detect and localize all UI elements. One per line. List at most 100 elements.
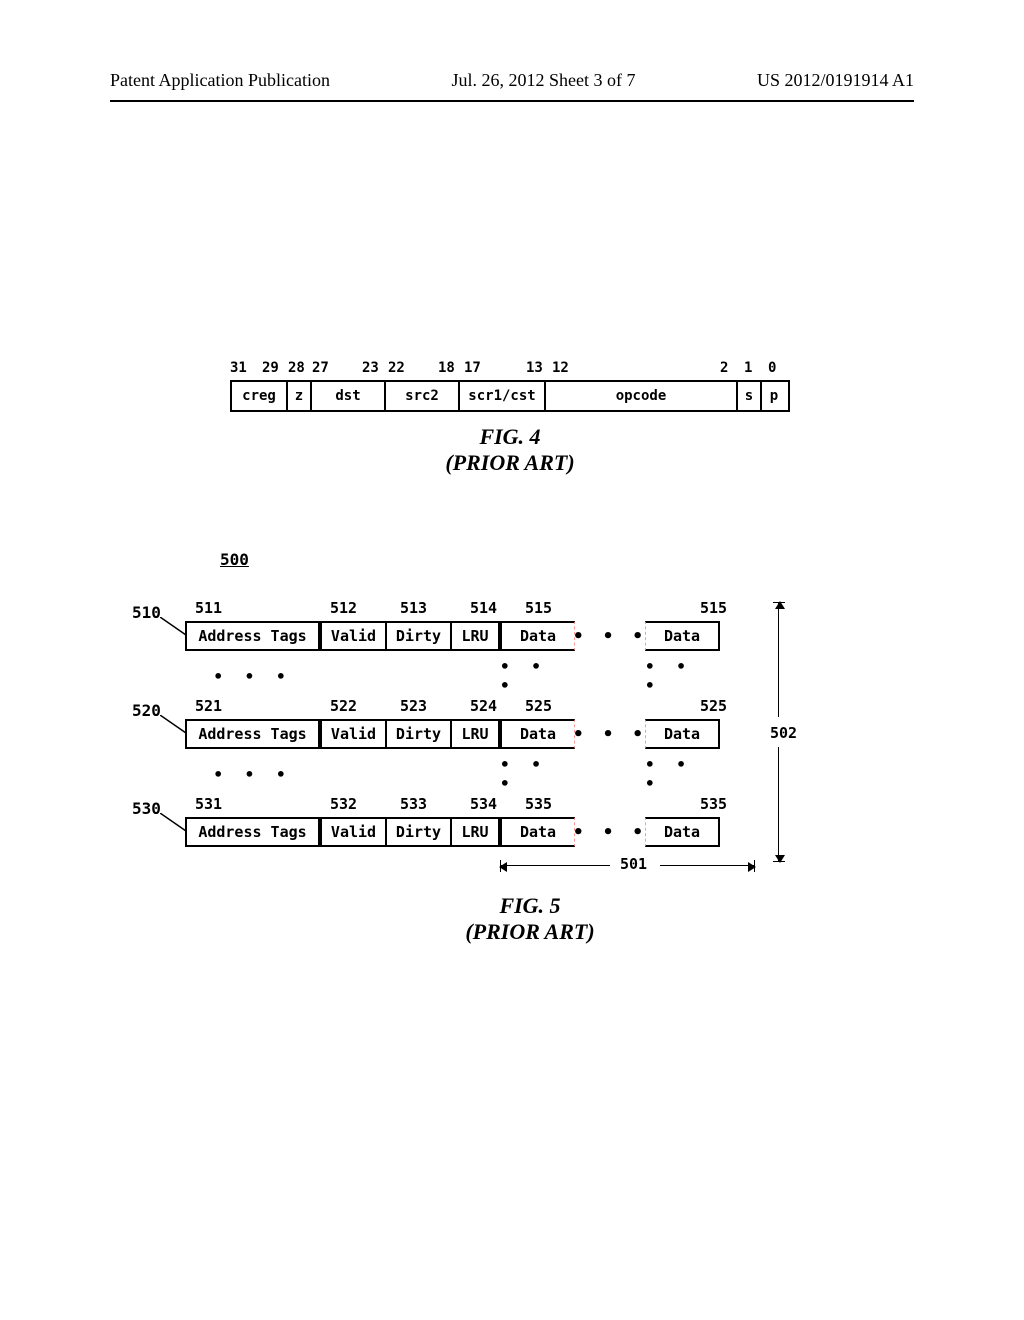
inter-dots-row: • • • • • • • • • [185,749,860,795]
cell-data2: Data [645,621,720,651]
cell-data2: Data [645,719,720,749]
bit-label: 13 [526,360,543,376]
row-pointer-510: 510 [132,603,161,622]
cell-valid: Valid [320,621,385,651]
field-dst: dst [312,382,386,410]
label-523: 523 [400,697,427,715]
cell-lru: LRU [450,817,500,847]
cache-row-530-wrap: 531 532 533 534 535 535 530 Address Tags… [0,795,860,847]
row520-labels: 521 522 523 524 525 525 [0,697,860,719]
arrow-right-icon [660,865,755,866]
label-511: 511 [195,599,222,617]
fig4-field-row: creg z dst src2 scr1/cst opcode s p [230,380,790,412]
label-501: 501 [620,855,647,873]
cell-valid: Valid [320,817,385,847]
field-scr1cst: scr1/cst [460,382,546,410]
cache-row-510-wrap: 511 512 513 514 515 515 510 Address Tags… [0,599,860,697]
bit-label: 29 [262,360,279,376]
field-z: z [288,382,312,410]
arrow-up-icon [778,602,779,717]
dots-icon: • • • [500,651,575,697]
bit-label: 12 [552,360,569,376]
label-515: 515 [525,599,552,617]
dots-icon: • • • [500,749,575,795]
fig4-caption: FIG. 4 (PRIOR ART) [230,424,790,476]
cell-data: Data [500,719,575,749]
bit-label: 23 [362,360,379,376]
page-header: Patent Application Publication Jul. 26, … [0,70,1024,91]
label-513: 513 [400,599,427,617]
label-525: 525 [525,697,552,715]
dots-icon: • • • [645,651,720,697]
cache-row-520: Address Tags Valid Dirty LRU Data • • • … [185,719,860,749]
cell-dirty: Dirty [385,719,450,749]
fig4-caption-line1: FIG. 4 [230,424,790,450]
fig4: 31 29 28 27 23 22 18 17 13 12 2 1 0 creg… [230,360,790,476]
cell-dirty: Dirty [385,621,450,651]
cell-valid: Valid [320,719,385,749]
field-creg: creg [232,382,288,410]
fig5-caption-line1: FIG. 5 [200,893,860,919]
label-515b: 515 [700,599,727,617]
cell-address-tags: Address Tags [185,817,320,847]
dots-icon: • • • [185,749,320,795]
bit-label: 31 [230,360,247,376]
bit-label: 18 [438,360,455,376]
label-532: 532 [330,795,357,813]
fig5: 500 511 512 513 514 515 515 510 Address … [0,550,860,945]
fig5-ref-500: 500 [220,550,860,569]
header-center: Jul. 26, 2012 Sheet 3 of 7 [451,70,635,91]
cache-row-530: Address Tags Valid Dirty LRU Data • • • … [185,817,860,847]
label-521: 521 [195,697,222,715]
row510-labels: 511 512 513 514 515 515 [0,599,860,621]
cell-address-tags: Address Tags [185,621,320,651]
fig4-caption-line2: (PRIOR ART) [230,450,790,476]
field-p: p [762,382,786,410]
label-524: 524 [470,697,497,715]
cell-data2: Data [645,817,720,847]
label-514: 514 [470,599,497,617]
row-pointer-520: 520 [132,701,161,720]
cell-lru: LRU [450,719,500,749]
label-535b: 535 [700,795,727,813]
dots-icon: • • • [185,651,320,697]
header-left: Patent Application Publication [110,70,330,91]
cell-data: Data [500,817,575,847]
field-opcode: opcode [546,382,738,410]
label-522: 522 [330,697,357,715]
bit-label: 22 [388,360,405,376]
bit-label: 27 [312,360,329,376]
fig5-caption: FIG. 5 (PRIOR ART) [200,893,860,945]
bit-label: 17 [464,360,481,376]
row530-labels: 531 532 533 534 535 535 [0,795,860,817]
inter-dots-row: • • • • • • • • • [185,651,860,697]
bit-label: 0 [768,360,776,376]
cell-lru: LRU [450,621,500,651]
arrow-down-icon [778,747,779,862]
cell-dirty: Dirty [385,817,450,847]
label-535: 535 [525,795,552,813]
label-534: 534 [470,795,497,813]
dots-icon: • • • [575,724,645,745]
bracket-501-wrap: 501 [0,855,860,885]
label-512: 512 [330,599,357,617]
bit-label: 2 [720,360,728,376]
header-right: US 2012/0191914 A1 [757,70,914,91]
dots-icon: • • • [645,749,720,795]
dots-icon: • • • [575,626,645,647]
label-531: 531 [195,795,222,813]
arrow-left-icon [500,865,610,866]
field-src2: src2 [386,382,460,410]
label-525b: 525 [700,697,727,715]
bit-label: 1 [744,360,752,376]
bit-label: 28 [288,360,305,376]
field-s: s [738,382,762,410]
dots-icon: • • • [575,822,645,843]
fig4-bit-labels: 31 29 28 27 23 22 18 17 13 12 2 1 0 [230,360,790,378]
fig5-caption-line2: (PRIOR ART) [200,919,860,945]
cache-row-510: Address Tags Valid Dirty LRU Data • • • … [185,621,860,651]
label-533: 533 [400,795,427,813]
label-502: 502 [770,724,797,742]
header-divider [110,100,914,102]
cell-address-tags: Address Tags [185,719,320,749]
